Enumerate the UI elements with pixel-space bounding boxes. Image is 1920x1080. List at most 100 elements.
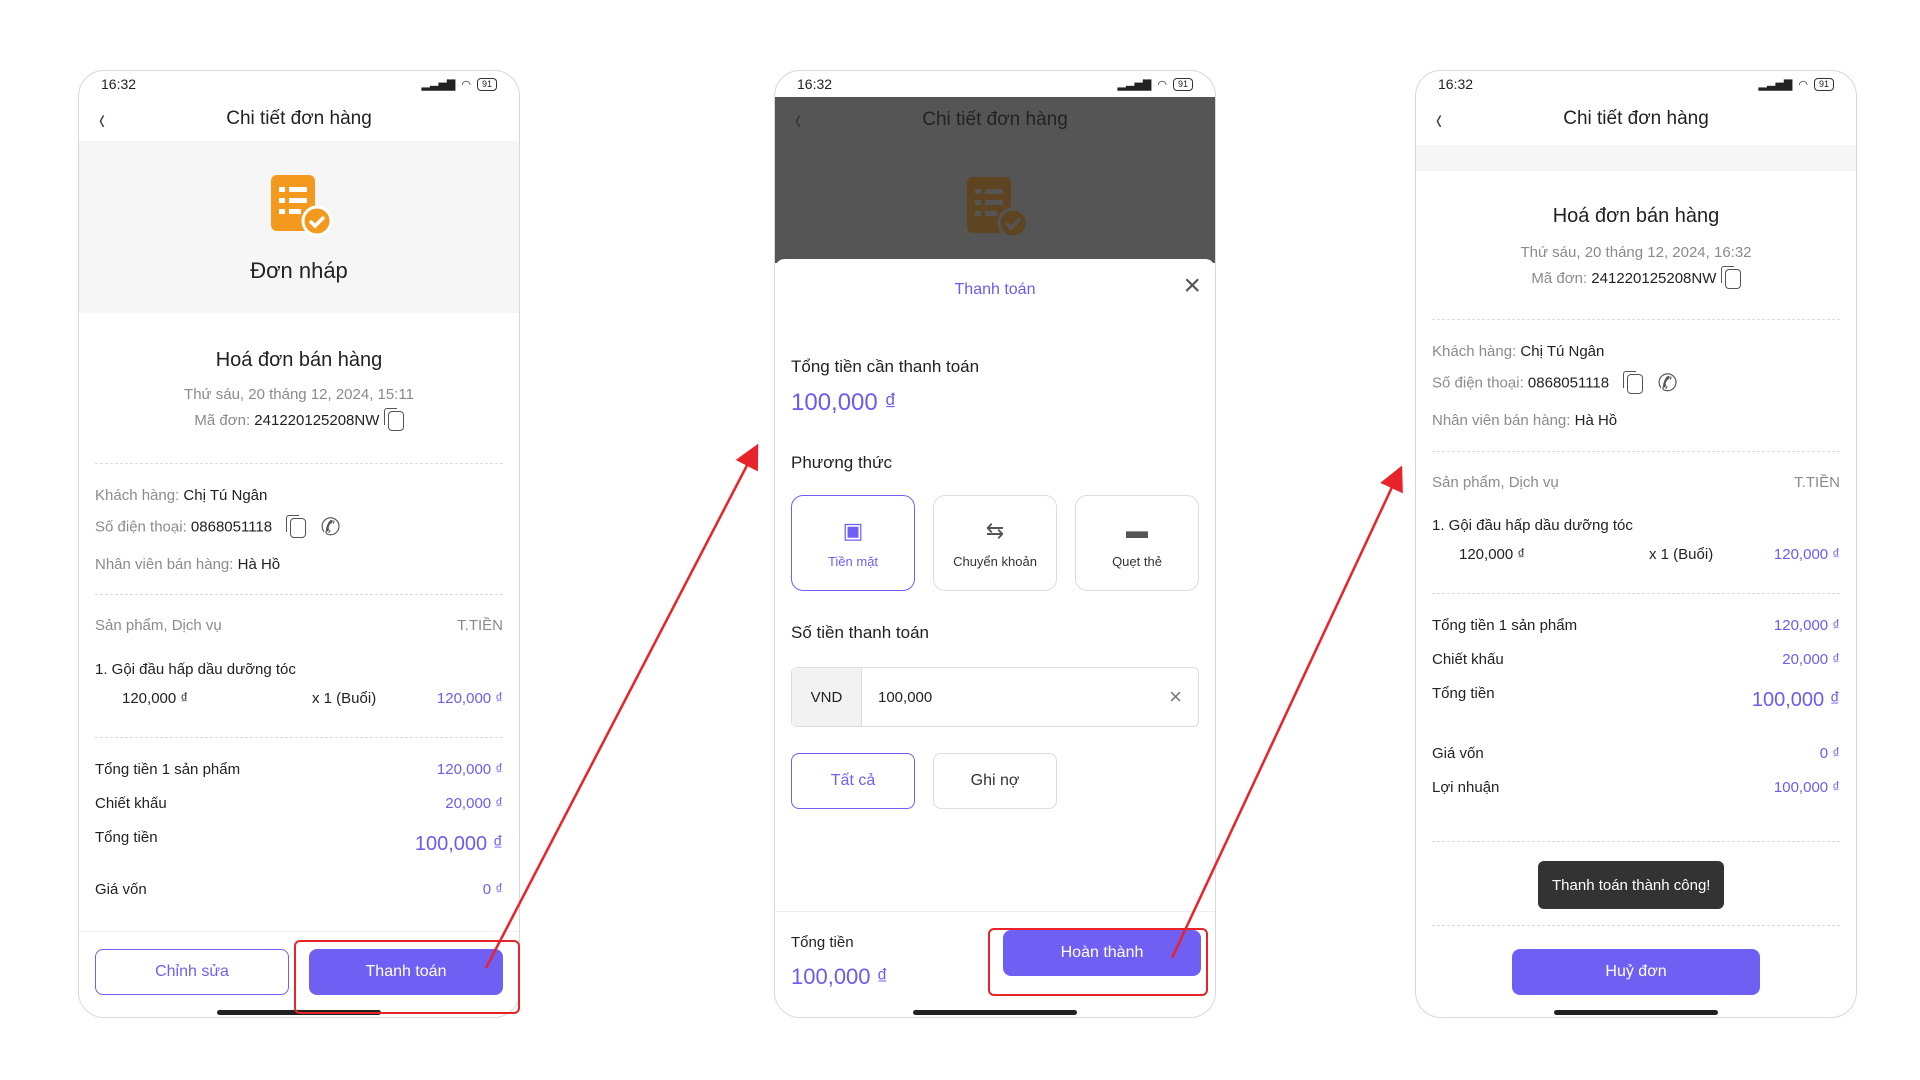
discount-label: Chiết khấu xyxy=(1432,651,1504,668)
item-price: 120,000 ₫ xyxy=(1459,546,1526,563)
invoice-datetime: Thứ sáu, 20 tháng 12, 2024, 16:32 xyxy=(1520,244,1752,261)
status-label: Đơn nháp xyxy=(250,258,348,283)
cash-icon: ▣ xyxy=(842,517,864,543)
item-total: 120,000 ₫ xyxy=(1773,546,1840,563)
method-cash-label: Tiền mặt xyxy=(827,553,879,569)
call-icon[interactable]: ✆ xyxy=(1657,369,1677,398)
invoice-title: Hoá đơn bán hàng xyxy=(215,349,383,371)
signal-icon: ▂▃▅▇ xyxy=(1117,78,1152,91)
clear-icon[interactable]: × xyxy=(1169,684,1182,710)
method-cash[interactable]: ▣ Tiền mặt xyxy=(791,495,915,591)
call-icon[interactable]: ✆ xyxy=(320,513,340,542)
divider xyxy=(1432,841,1840,842)
cancel-order-button[interactable]: Huỷ đơn xyxy=(1512,949,1760,995)
copy-icon[interactable] xyxy=(1623,370,1644,394)
profit-value: 100,000 ₫ xyxy=(1773,779,1840,796)
subtotal-row: Tổng tiền 1 sản phẩm 120,000 ₫ xyxy=(95,761,503,778)
total-value: 100,000 ₫ xyxy=(414,833,503,855)
customer-row: Khách hàng: Chị Tú Ngân xyxy=(95,487,267,504)
footer-total-label: Tổng tiền xyxy=(791,934,854,951)
dimmed-overlay[interactable]: ‹ Chi tiết đơn hàng xyxy=(775,97,1215,263)
amount-input[interactable]: VND 100,000 × xyxy=(791,667,1199,727)
home-indicator xyxy=(913,1010,1077,1015)
divider xyxy=(95,463,503,464)
cost-label: Giá vốn xyxy=(95,881,147,898)
col-total-label: T.TIỀN xyxy=(457,617,503,634)
col-product-label: Sản phẩm, Dịch vụ xyxy=(95,617,222,634)
wifi-icon: ◠ xyxy=(461,78,471,91)
staff-label: Nhân viên bán hàng: xyxy=(1432,412,1571,429)
order-code: Mã đơn: 241220125208NW xyxy=(1416,266,1856,289)
wifi-icon: ◠ xyxy=(1157,78,1167,91)
divider xyxy=(1432,451,1840,452)
cost-value: 0 ₫ xyxy=(482,881,503,898)
copy-icon[interactable] xyxy=(383,408,404,431)
all-button[interactable]: Tất cả xyxy=(791,753,915,809)
profit-label: Lợi nhuận xyxy=(1432,779,1500,796)
subtotal-row: Tổng tiền 1 sản phẩm 120,000 ₫ xyxy=(1432,617,1840,634)
order-code-value: 241220125208NW xyxy=(1591,269,1717,287)
customer-value: Chị Tú Ngân xyxy=(183,487,268,504)
close-icon[interactable]: × xyxy=(1183,271,1201,301)
back-icon[interactable]: ‹ xyxy=(1436,103,1442,137)
discount-value: 20,000 ₫ xyxy=(445,795,503,812)
payment-modal: Thanh toán × Tổng tiền cần thanh toán 10… xyxy=(775,259,1215,1017)
staff-label: Nhân viên bán hàng: xyxy=(95,556,234,573)
status-bar: 16:32 ▂▃▅▇ ◠ 91 xyxy=(775,71,1215,97)
footer-total-value: 100,000 ₫ xyxy=(791,964,888,989)
pay-amount-label: Số tiền thanh toán xyxy=(791,623,930,642)
amount-value: 100,000 xyxy=(878,688,933,706)
item-name: 1. Gội đầu hấp dầu dưỡng tóc xyxy=(1432,517,1633,534)
product-table-header: Sản phẩm, Dịch vụ T.TIỀN xyxy=(1432,474,1840,491)
subtotal-label: Tổng tiền 1 sản phẩm xyxy=(95,761,241,778)
modal-title: Thanh toán xyxy=(954,281,1036,298)
total-row: Tổng tiền 100,000 ₫ xyxy=(95,829,503,856)
status-bar: 16:32 ▂▃▅▇ ◠ 91 xyxy=(1416,71,1856,97)
cost-row: Giá vốn 0 ₫ xyxy=(95,881,503,898)
battery-icon: 91 xyxy=(476,77,497,91)
phone-label: Số điện thoại: xyxy=(95,518,187,536)
highlight-box xyxy=(294,940,520,1014)
order-code-label: Mã đơn: xyxy=(194,411,251,429)
method-transfer[interactable]: ⇆ Chuyển khoản xyxy=(933,495,1057,591)
method-transfer-label: Chuyển khoản xyxy=(953,553,1037,569)
copy-icon[interactable] xyxy=(286,514,307,538)
amount-due-value: 100,000 ₫ xyxy=(791,389,897,416)
edit-button[interactable]: Chỉnh sửa xyxy=(95,949,289,995)
divider xyxy=(95,594,503,595)
phone-value: 0868051118 xyxy=(1527,374,1610,392)
copy-icon[interactable] xyxy=(1720,266,1741,289)
profit-row: Lợi nhuận 100,000 ₫ xyxy=(1432,779,1840,796)
phone-screen-payment: 16:32 ▂▃▅▇ ◠ 91 ‹ Chi tiết đơn hàng Than… xyxy=(774,70,1216,1018)
divider xyxy=(1432,593,1840,594)
home-indicator xyxy=(1554,1010,1718,1015)
item-total: 120,000 ₫ xyxy=(436,690,503,707)
modal-header: Thanh toán × xyxy=(775,259,1215,321)
receipt-icon xyxy=(267,173,333,237)
order-code-label: Mã đơn: xyxy=(1531,269,1588,287)
success-toast: Thanh toán thành công! xyxy=(1538,861,1725,909)
item-name: 1. Gội đầu hấp dầu dưỡng tóc xyxy=(95,661,296,678)
phone-value: 0868051118 xyxy=(190,518,273,536)
phone-row: Số điện thoại: 0868051118 ✆ xyxy=(1432,369,1678,398)
page-header: ‹ Chi tiết đơn hàng xyxy=(79,97,519,141)
total-row: Tổng tiền 100,000 ₫ xyxy=(1432,685,1840,712)
arrow-1 xyxy=(484,443,759,969)
total-label: Tổng tiền xyxy=(95,829,158,846)
debt-button[interactable]: Ghi nợ xyxy=(933,753,1057,809)
invoice-datetime: Thứ sáu, 20 tháng 12, 2024, 15:11 xyxy=(184,386,414,403)
order-code-value: 241220125208NW xyxy=(254,411,380,429)
invoice-title: Hoá đơn bán hàng xyxy=(1552,205,1720,227)
item-qty: x 1 (Buổi) xyxy=(312,690,377,707)
page-title: Chi tiết đơn hàng xyxy=(1563,108,1709,129)
customer-label: Khách hàng: xyxy=(1432,343,1517,360)
status-time: 16:32 xyxy=(1438,76,1474,92)
discount-label: Chiết khấu xyxy=(95,795,167,812)
subtotal-value: 120,000 ₫ xyxy=(1773,617,1840,634)
cost-row: Giá vốn 0 ₫ xyxy=(1432,745,1840,762)
back-icon[interactable]: ‹ xyxy=(99,103,105,137)
method-card-label: Quẹt thẻ xyxy=(1112,553,1162,569)
discount-value: 20,000 ₫ xyxy=(1782,651,1840,668)
status-bar: 16:32 ▂▃▅▇ ◠ 91 xyxy=(79,71,519,97)
method-card[interactable]: ▬ Quẹt thẻ xyxy=(1075,495,1199,591)
